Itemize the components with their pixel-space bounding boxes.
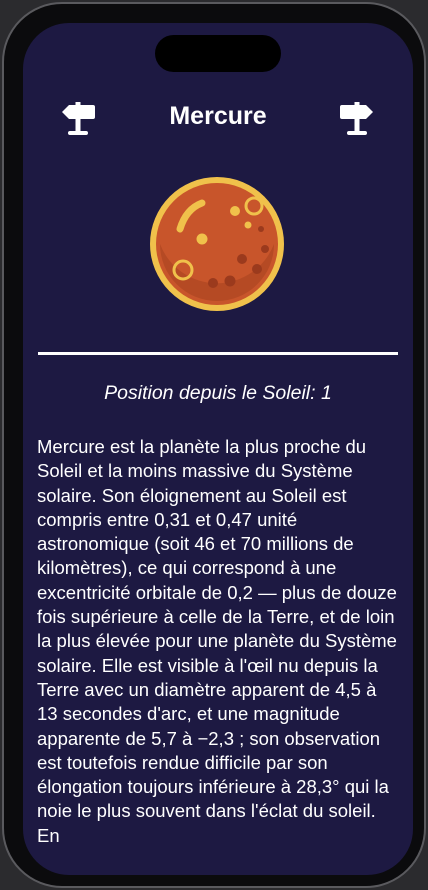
section-divider [38, 352, 398, 355]
position-info: Position depuis le Soleil: 1 [23, 380, 413, 406]
mercury-planet-icon [150, 177, 284, 311]
app-screen: Mercure Position depuis le Soleil: 1 Mer… [23, 23, 413, 875]
position-value: 1 [320, 382, 332, 404]
device-frame: Mercure Position depuis le Soleil: 1 Mer… [2, 2, 426, 888]
signpost-right-icon [340, 102, 373, 135]
dynamic-island [155, 35, 281, 72]
planet-description: Mercure est la planète la plus proche du… [37, 436, 397, 846]
next-planet-button[interactable] [335, 95, 379, 139]
navigation-bar: Mercure [23, 91, 413, 141]
position-label: Position depuis le Soleil: [104, 382, 316, 404]
planet-illustration [146, 173, 288, 315]
